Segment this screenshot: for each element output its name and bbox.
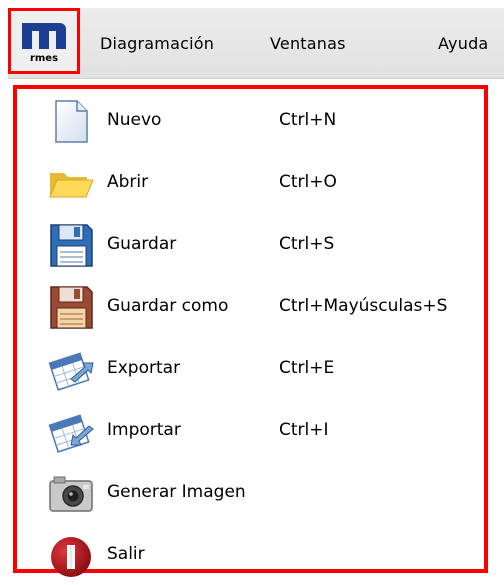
exit-icon: [51, 537, 91, 577]
menu-item-shortcut: Ctrl+N: [279, 110, 337, 130]
app-logo-icon: rmes: [20, 19, 68, 65]
new-document-icon: [55, 100, 88, 143]
import-icon: [48, 414, 94, 453]
app-menu-button[interactable]: rmes: [8, 8, 80, 74]
menu-item-label: Generar Imagen: [107, 482, 246, 502]
folder-open-icon: [49, 173, 94, 198]
menu-item-shortcut: Ctrl+Mayúsculas+S: [279, 296, 448, 316]
menu-item-shortcut: Ctrl+O: [279, 172, 337, 192]
camera-icon: [49, 476, 93, 512]
menu-item-label: Importar: [107, 420, 181, 440]
menu-item-exportar[interactable]: Exportar Ctrl+E: [17, 337, 484, 399]
menu-item-shortcut: Ctrl+E: [279, 358, 335, 378]
menu-item-label: Guardar: [107, 234, 177, 254]
menu-item-generar-imagen[interactable]: Generar Imagen: [17, 461, 484, 523]
menu-item-salir[interactable]: Salir: [17, 523, 484, 585]
menu-ayuda[interactable]: Ayuda: [438, 34, 488, 53]
menu-item-label: Exportar: [107, 358, 181, 378]
menu-ventanas[interactable]: Ventanas: [270, 34, 346, 53]
menu-item-label: Guardar como: [107, 296, 229, 316]
menu-item-label: Salir: [107, 544, 145, 564]
menu-item-label: Abrir: [107, 172, 149, 192]
floppy-save-icon: [50, 224, 93, 267]
menu-item-importar[interactable]: Importar Ctrl+I: [17, 399, 484, 461]
menu-item-guardar-como[interactable]: Guardar como Ctrl+Mayúsculas+S: [17, 275, 484, 337]
export-icon: [48, 352, 94, 391]
menu-item-abrir[interactable]: Abrir Ctrl+O: [17, 151, 484, 213]
menu-diagramacion[interactable]: Diagramación: [100, 34, 214, 53]
floppy-save-as-icon: [50, 286, 93, 329]
menu-item-guardar[interactable]: Guardar Ctrl+S: [17, 213, 484, 275]
menu-item-nuevo[interactable]: Nuevo Ctrl+N: [17, 89, 484, 151]
menu-item-shortcut: Ctrl+S: [279, 234, 335, 254]
file-menu-dropdown: Nuevo Ctrl+N Abrir Ctrl+O Guardar Ctrl+S: [13, 85, 488, 577]
app-logo-text: rmes: [30, 53, 58, 64]
menu-item-shortcut: Ctrl+I: [279, 420, 329, 440]
menu-item-label: Nuevo: [107, 110, 162, 130]
menu-bar: rmes Diagramación Ventanas Ayuda: [8, 8, 504, 79]
